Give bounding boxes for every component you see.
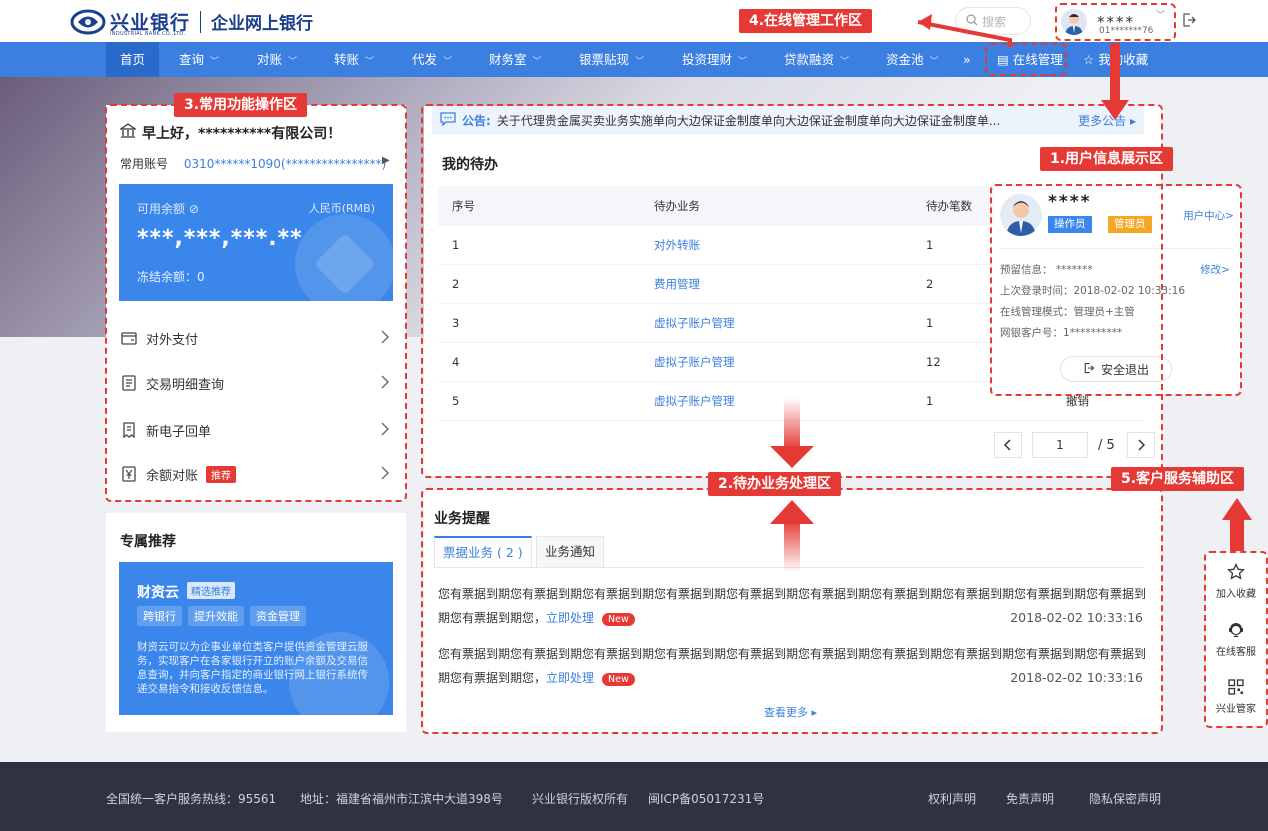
annotation-label-sidebar: 5.客户服务辅助区 <box>1111 467 1245 491</box>
annotation-label-online: 4.在线管理工作区 <box>739 9 873 33</box>
annotation-label-functions: 3.常用功能操作区 <box>174 93 308 117</box>
annotation-arrows <box>770 14 1252 572</box>
annotation-label-user: 1.用户信息展示区 <box>1040 147 1174 171</box>
annotation-label-todo: 2.待办业务处理区 <box>708 472 842 496</box>
